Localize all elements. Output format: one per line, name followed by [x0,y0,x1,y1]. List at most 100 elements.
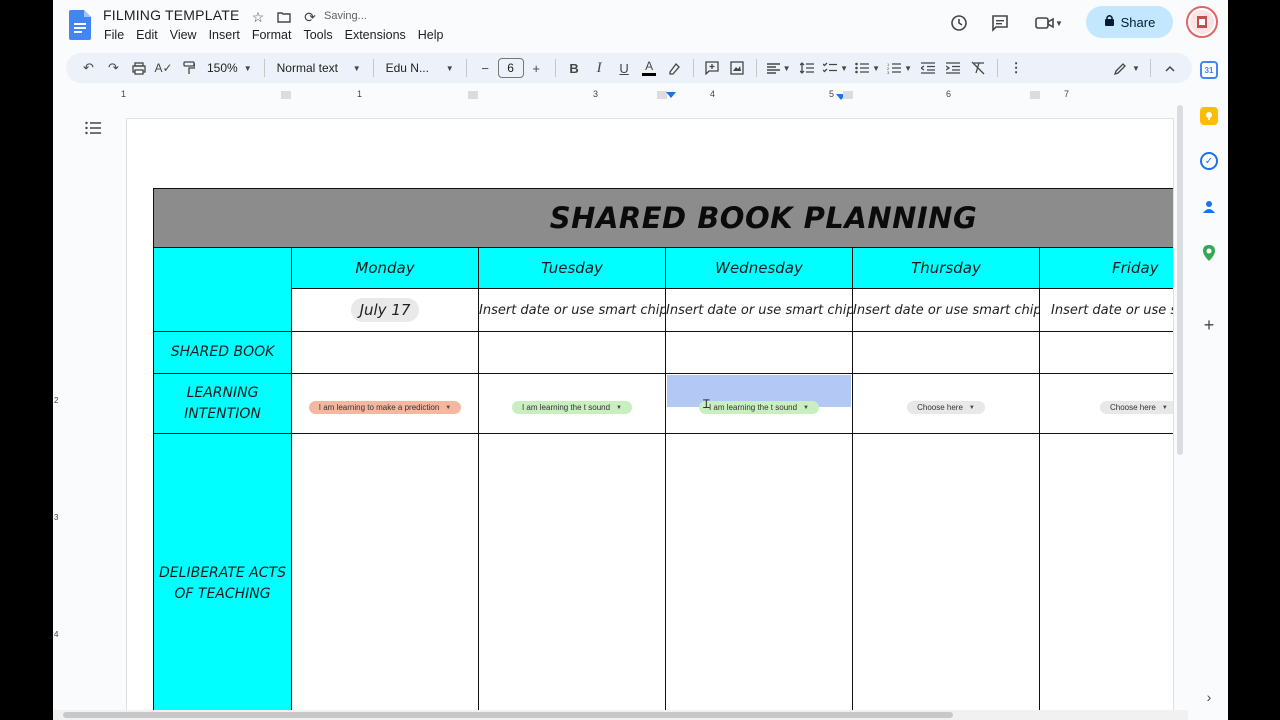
meet-icon[interactable]: ▼ [1031,10,1067,36]
more-icon[interactable]: ⋮ [1004,56,1029,80]
edit-mode-icon[interactable]: ▼ [1110,56,1144,80]
decrease-font-size-button[interactable]: − [473,56,498,80]
date-cell-wednesday[interactable]: Insert date or use smart chip [665,288,853,332]
date-cell-friday[interactable]: Insert date or use sma [1038,288,1173,332]
teaching-cell-monday[interactable] [291,433,479,717]
row-label-learning-intention[interactable]: LEARNING INTENTION [153,373,292,434]
learning-intention-cell-tuesday[interactable]: I am learning the t sound ▼ [478,373,666,434]
menu-extensions[interactable]: Extensions [339,27,412,43]
increase-font-size-button[interactable]: + [524,56,549,80]
vertical-scrollbar[interactable] [1176,105,1185,465]
font-size-input[interactable]: 6 [497,58,524,78]
move-to-folder-icon[interactable] [275,8,293,26]
document-page[interactable]: SHARED BOOK PLANNING Monday Tuesday Wedn… [126,118,1174,718]
shared-book-cell-tuesday[interactable] [478,331,666,374]
menu-format[interactable]: Format [246,27,298,43]
decrease-indent-icon[interactable] [916,56,941,80]
date-cell-thursday[interactable]: Insert date or use smart chip [852,288,1040,332]
maps-icon[interactable] [1200,244,1218,262]
shared-book-cell-wednesday[interactable] [665,331,853,374]
bold-icon[interactable]: B [562,56,587,80]
align-icon[interactable]: ▼ [763,56,795,80]
dropdown-chip[interactable]: I am learning to make a prediction ▼ [308,401,462,414]
comment-icon[interactable] [987,10,1013,36]
bullet-list-icon[interactable]: ▼ [852,56,884,80]
menu-view[interactable]: View [164,27,203,43]
collapse-icon[interactable] [1157,56,1182,80]
outline-icon[interactable] [85,121,105,139]
date-smart-chip[interactable]: July 17 [350,298,420,322]
indent-marker[interactable] [666,92,676,98]
corner-cell[interactable] [153,247,292,332]
redo-icon[interactable]: ↷ [101,56,126,80]
print-icon[interactable] [126,56,151,80]
avatar[interactable] [1186,6,1218,38]
ruler-column-marker[interactable] [843,91,853,99]
keep-icon[interactable] [1200,107,1218,125]
row-label-deliberate-acts[interactable]: DELIBERATE ACTS OF TEACHING [153,433,292,717]
learning-intention-cell-monday[interactable]: I am learning to make a prediction ▼ [291,373,479,434]
document-title[interactable]: FILMING TEMPLATE [103,7,239,23]
add-icon[interactable]: + [1200,315,1218,335]
day-header-monday[interactable]: Monday [291,247,479,289]
checklist-icon[interactable]: ▼ [820,56,852,80]
teaching-cell-thursday[interactable] [852,433,1040,717]
docs-logo[interactable] [69,10,91,40]
spellcheck-icon[interactable]: A✓ [151,56,176,80]
learning-intention-cell-friday[interactable]: Choose here ▼ [1038,373,1173,434]
increase-indent-icon[interactable] [941,56,966,80]
ruler-column-marker[interactable] [281,91,291,99]
star-icon[interactable]: ☆ [249,8,267,26]
horizontal-scrollbar[interactable] [53,710,1188,720]
menu-tools[interactable]: Tools [297,27,338,43]
date-cell-monday[interactable]: July 17 [291,288,479,332]
calendar-icon[interactable]: 31 [1200,61,1218,79]
date-cell-tuesday[interactable]: Insert date or use smart chip [478,288,666,332]
dropdown-chip[interactable]: I am learning the t sound ▼ [511,401,632,414]
scrollbar-thumb[interactable] [1177,105,1183,455]
teaching-cell-tuesday[interactable] [478,433,666,717]
day-header-wednesday[interactable]: Wednesday [665,247,853,289]
dropdown-chip[interactable]: Choose here ▼ [907,401,985,414]
style-select[interactable]: Normal text ▼ [271,61,367,75]
contacts-icon[interactable] [1200,198,1218,216]
tasks-icon[interactable]: ✓ [1200,152,1218,170]
table-title-cell[interactable]: SHARED BOOK PLANNING [152,188,1173,248]
shared-book-cell-friday[interactable] [1038,331,1173,374]
row-label-shared-book[interactable]: SHARED BOOK [153,331,292,374]
undo-icon[interactable]: ↶ [76,56,101,80]
menu-edit[interactable]: Edit [130,27,164,43]
menu-help[interactable]: Help [412,27,450,43]
underline-icon[interactable]: U [612,56,637,80]
menu-insert[interactable]: Insert [203,27,246,43]
learning-intention-cell-thursday[interactable]: Choose here ▼ [852,373,1040,434]
menu-file[interactable]: File [98,27,130,43]
teaching-cell-friday[interactable] [1038,433,1173,717]
clear-format-icon[interactable] [966,56,991,80]
teaching-cell-wednesday[interactable] [665,433,853,717]
shared-book-cell-thursday[interactable] [852,331,1040,374]
numbered-list-icon[interactable]: 1 2 3 ▼ [884,56,916,80]
horizontal-ruler[interactable]: 1 1 2 3 4 5 6 7 [113,88,1188,103]
highlight-icon[interactable] [662,56,687,80]
scrollbar-thumb[interactable] [63,712,953,718]
day-header-thursday[interactable]: Thursday [852,247,1040,289]
ruler-column-marker[interactable] [468,91,478,99]
share-button[interactable]: Share [1086,6,1173,38]
chevron-right-icon[interactable]: › [1200,688,1218,706]
zoom-select[interactable]: 150% ▼ [201,61,258,75]
day-header-friday[interactable]: Friday [1038,247,1173,289]
font-select[interactable]: Edu N... ▼ [380,61,460,75]
day-header-tuesday[interactable]: Tuesday [478,247,666,289]
ruler-column-marker[interactable] [1030,91,1040,99]
dropdown-chip[interactable]: I am learning the t sound ▼ [698,401,819,414]
learning-intention-cell-wednesday[interactable]: I am learning the t sound ▼ [665,373,853,434]
line-spacing-icon[interactable] [795,56,820,80]
dropdown-chip[interactable]: Choose here ▼ [1100,401,1173,414]
italic-icon[interactable]: I [587,56,612,80]
insert-image-icon[interactable] [725,56,750,80]
shared-book-cell-monday[interactable] [291,331,479,374]
add-comment-icon[interactable] [700,56,725,80]
paint-format-icon[interactable] [176,56,201,80]
text-color-icon[interactable]: A [637,56,662,80]
